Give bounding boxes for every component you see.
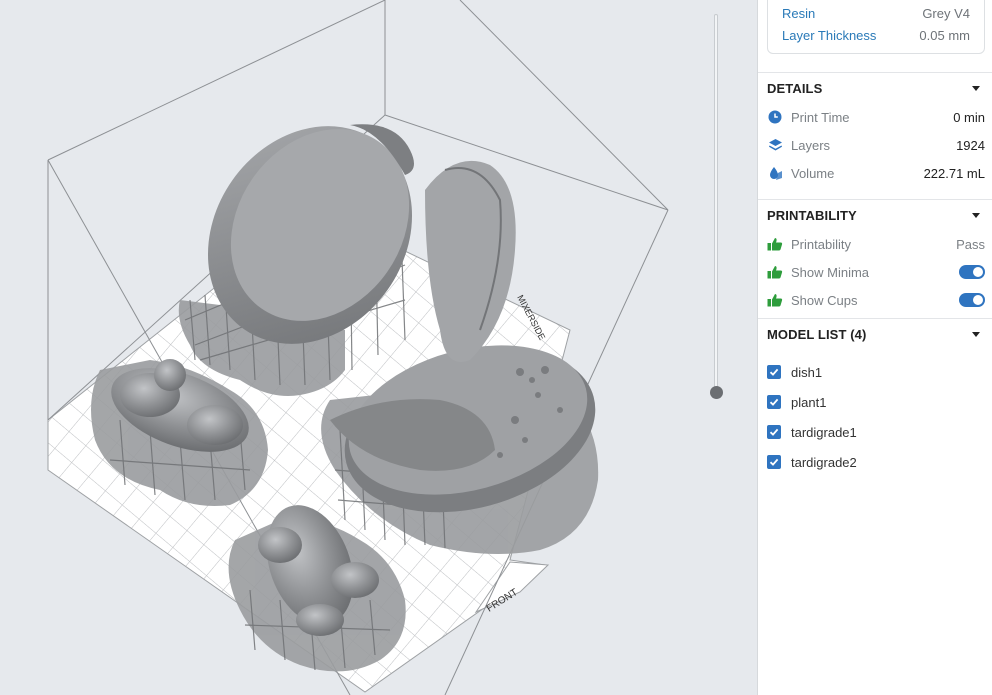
layer-thickness-row: Layer Thickness 0.05 mm — [782, 25, 970, 47]
layer-slider-thumb[interactable] — [710, 386, 723, 399]
caret-down-icon — [972, 212, 980, 218]
resin-value: Grey V4 — [922, 6, 970, 21]
model-checkbox[interactable] — [767, 455, 781, 469]
clock-icon — [767, 109, 783, 125]
model-name: plant1 — [791, 394, 827, 410]
layer-thickness-label: Layer Thickness — [782, 28, 877, 43]
details-title: DETAILS — [767, 80, 823, 96]
show-cups-label: Show Cups — [791, 292, 858, 308]
resin-label: Resin — [782, 6, 816, 21]
layers-icon — [767, 137, 783, 153]
checkmark-icon — [769, 428, 779, 436]
caret-down-icon — [972, 85, 980, 91]
caret-down-icon — [972, 331, 980, 337]
show-minima-row: Show Minima — [758, 258, 992, 286]
model-item-tardigrade1[interactable]: tardigrade1 — [758, 417, 992, 447]
print-time-row: Print Time 0 min — [758, 103, 992, 131]
layers-value: 1924 — [956, 137, 985, 153]
volume-label: Volume — [791, 165, 835, 181]
show-minima-toggle[interactable] — [959, 265, 985, 279]
3d-viewport[interactable]: FRONT MIXERSIDE — [0, 0, 757, 695]
print-time-value: 0 min — [953, 109, 985, 125]
checkmark-icon — [769, 368, 779, 376]
printability-label: Printability — [791, 236, 851, 252]
model-name: tardigrade2 — [791, 454, 857, 470]
show-minima-label: Show Minima — [791, 264, 870, 280]
thumbs-up-icon — [767, 264, 783, 280]
model-name: dish1 — [791, 364, 823, 380]
model-item-tardigrade2[interactable]: tardigrade2 — [758, 447, 992, 477]
resin-drop-icon — [767, 165, 783, 181]
details-header[interactable]: DETAILS — [758, 73, 992, 103]
checkmark-icon — [769, 458, 779, 466]
model-item-plant1[interactable]: plant1 — [758, 387, 992, 417]
printability-section: PRINTABILITY Printability Pass Show Mini… — [758, 199, 992, 314]
thumbs-up-icon — [767, 236, 783, 252]
printability-value: Pass — [956, 236, 985, 252]
model-list-title: MODEL LIST (4) — [767, 326, 867, 342]
volume-row: Volume 222.71 mL — [758, 159, 992, 187]
layer-slider-fill — [714, 14, 718, 394]
printability-row: Printability Pass — [758, 230, 992, 258]
model-checkbox[interactable] — [767, 395, 781, 409]
model-name: tardigrade1 — [791, 424, 857, 440]
layers-label: Layers — [791, 137, 831, 153]
material-card[interactable]: Resin Grey V4 Layer Thickness 0.05 mm — [767, 0, 985, 54]
model-checkbox[interactable] — [767, 365, 781, 379]
printability-title: PRINTABILITY — [767, 207, 857, 223]
thumbs-up-icon — [767, 292, 783, 308]
layers-row: Layers 1924 — [758, 131, 992, 159]
volume-value: 222.71 mL — [923, 165, 985, 181]
layer-slider-track[interactable] — [714, 14, 718, 394]
show-cups-row: Show Cups — [758, 286, 992, 314]
resin-row: Resin Grey V4 — [782, 3, 970, 25]
model-list-header[interactable]: MODEL LIST (4) — [758, 319, 992, 349]
checkmark-icon — [769, 398, 779, 406]
show-cups-toggle[interactable] — [959, 293, 985, 307]
properties-sidebar: Resin Grey V4 Layer Thickness 0.05 mm DE… — [757, 0, 992, 695]
print-time-label: Print Time — [791, 109, 850, 125]
model-list-section: MODEL LIST (4) dish1 plant1 tardigrade1 — [758, 318, 992, 477]
layer-thickness-value: 0.05 mm — [919, 28, 970, 43]
details-section: DETAILS Print Time 0 min Layers 1924 Vol… — [758, 72, 992, 187]
build-volume-scene: FRONT MIXERSIDE — [47, 0, 669, 695]
model-item-dish1[interactable]: dish1 — [758, 357, 992, 387]
printability-header[interactable]: PRINTABILITY — [758, 200, 992, 230]
model-checkbox[interactable] — [767, 425, 781, 439]
